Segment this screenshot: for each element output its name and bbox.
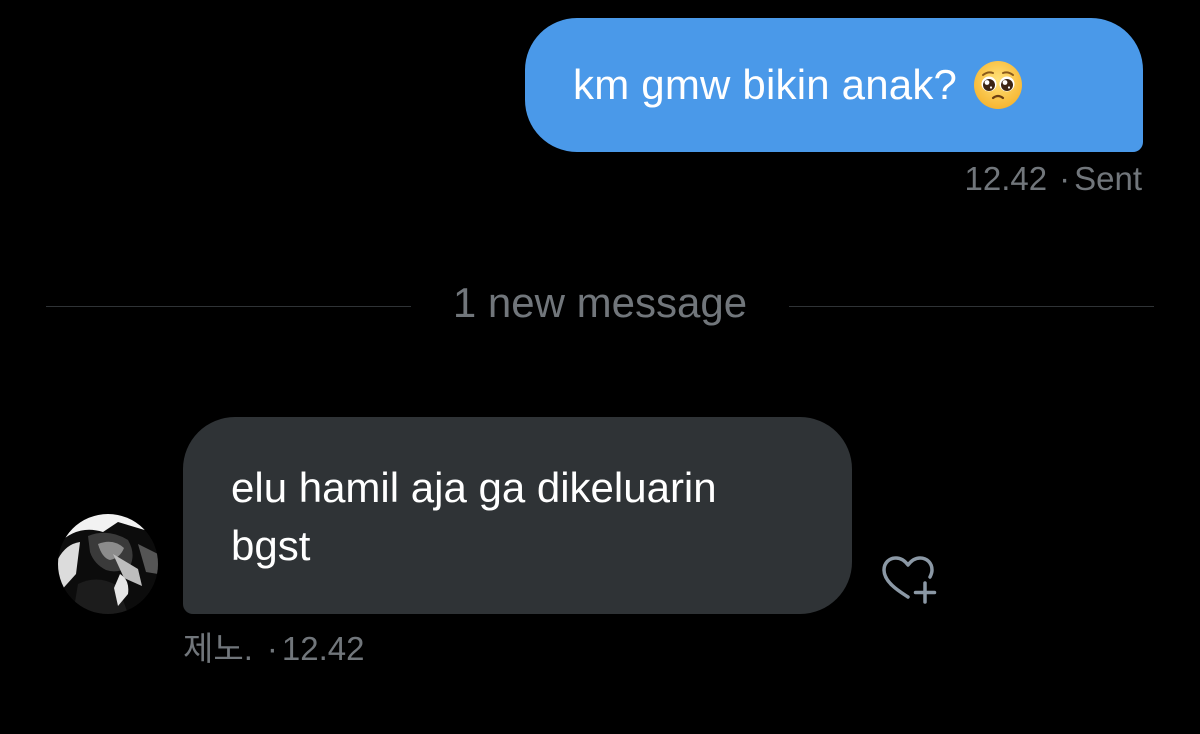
conversation-view: km gmw bikin anak? 12.42 · Sent 1 new me… (0, 0, 1200, 734)
new-message-divider-label: 1 new message (452, 279, 748, 326)
incoming-message-time: 12.42 (281, 630, 365, 667)
incoming-message-line-1: elu hamil aja ga dikeluarin (231, 464, 717, 511)
outgoing-message-time: 12.42 (964, 160, 1048, 197)
divider-line-right (789, 306, 1154, 307)
incoming-message-bubble[interactable]: elu hamil aja ga dikeluarin bgst (183, 417, 852, 614)
sender-avatar[interactable] (58, 514, 158, 614)
avatar-photo-icon (58, 514, 158, 614)
add-reaction-button[interactable] (878, 553, 944, 607)
incoming-message-meta: 제노. · 12.42 (183, 622, 364, 670)
pleading-face-emoji-icon (973, 60, 1023, 110)
meta-separator: · (1059, 160, 1071, 197)
sender-name: 제노. (183, 630, 253, 667)
incoming-message-line-2: bgst (231, 522, 311, 569)
outgoing-message-status: Sent (1074, 160, 1142, 197)
outgoing-message-text: km gmw bikin anak? (573, 61, 958, 108)
heart-plus-icon (882, 556, 937, 604)
meta-separator: · (266, 630, 278, 667)
new-message-divider: 1 new message (46, 278, 1154, 328)
outgoing-message-bubble[interactable]: km gmw bikin anak? (525, 18, 1143, 152)
outgoing-message-meta: 12.42 · Sent (965, 160, 1142, 198)
